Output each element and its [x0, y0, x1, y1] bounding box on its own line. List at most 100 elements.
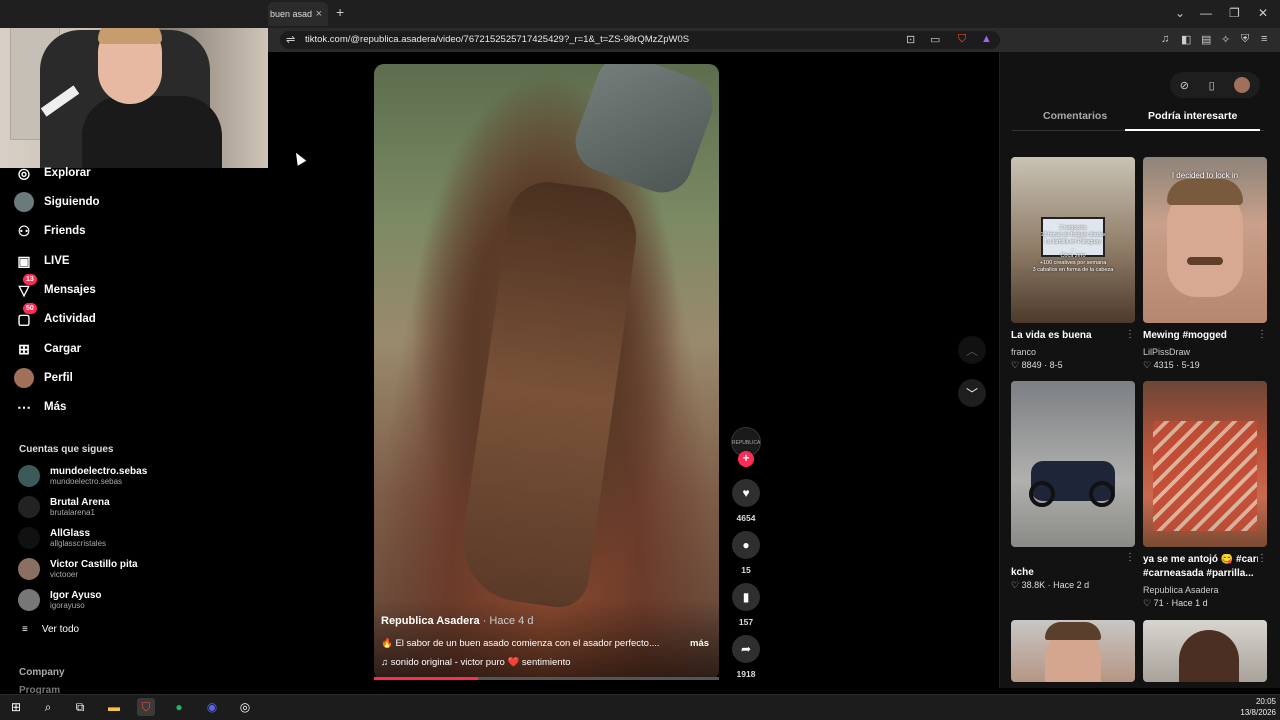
- sidebar-item-mensajes[interactable]: ▽ 13 Mensajes: [14, 274, 254, 303]
- video-thumbnail[interactable]: [1011, 381, 1135, 547]
- minimize-button[interactable]: —: [1200, 6, 1212, 20]
- profile-avatar-icon: [14, 368, 34, 388]
- activity-badge: 50: [23, 303, 37, 314]
- list-icon: ≡: [22, 624, 28, 635]
- sidebar-item-friends[interactable]: ⚇ Friends: [14, 218, 254, 244]
- card-title[interactable]: La vida es buena: [1011, 330, 1126, 341]
- ai-icon[interactable]: ✧: [1221, 33, 1230, 46]
- avatar: [18, 589, 40, 611]
- video-author[interactable]: Republica Asadera: [381, 615, 480, 627]
- video-description: 🔥 El sabor de un buen asado comienza con…: [381, 638, 660, 649]
- messages-icon: ▽ 13: [14, 274, 37, 300]
- video-thumbnail[interactable]: 2 negocios 12 horas de trabajo diarias L…: [1011, 157, 1135, 323]
- card-title[interactable]: kche: [1011, 567, 1126, 578]
- sidebar-item-siguiendo[interactable]: Siguiendo: [14, 189, 254, 215]
- card-title[interactable]: Mewing #mogged: [1143, 330, 1258, 341]
- card-author[interactable]: franco: [1011, 347, 1036, 357]
- site-settings-icon[interactable]: ⇌: [286, 33, 295, 46]
- video-progress-bar[interactable]: [374, 677, 719, 680]
- tab-close-icon[interactable]: ×: [316, 2, 322, 26]
- url-text[interactable]: tiktok.com/@republica.asadera/video/7672…: [305, 34, 689, 45]
- more-button[interactable]: más: [690, 638, 709, 649]
- tab-comentarios[interactable]: Comentarios: [1043, 110, 1107, 122]
- close-window-button[interactable]: ✕: [1258, 6, 1268, 20]
- see-all-label: Ver todo: [41, 624, 80, 635]
- more-options-icon[interactable]: ⋮: [1257, 329, 1267, 340]
- tab-podria-interesarte[interactable]: Podría interesarte: [1148, 110, 1237, 122]
- next-video-button[interactable]: ﹀: [958, 379, 986, 407]
- cast-icon[interactable]: ▭: [930, 33, 940, 46]
- see-all-button[interactable]: ≡ Ver todo: [22, 624, 79, 635]
- card-author[interactable]: LilPissDraw: [1143, 347, 1190, 357]
- sidebar-item-label: Friends: [44, 225, 86, 237]
- task-view-icon[interactable]: ⧉: [71, 698, 89, 716]
- sidebar-toggle-icon[interactable]: ◧: [1181, 33, 1191, 46]
- avatar: [18, 496, 40, 518]
- card-title[interactable]: ya se me antojó 😋 #carneasada #parrilla.…: [1143, 554, 1258, 565]
- video-thumbnail[interactable]: [1143, 381, 1267, 547]
- compass-icon[interactable]: ⊘: [1180, 79, 1189, 92]
- mouse-cursor: [291, 150, 307, 166]
- following-name: mundoelectro.sebas: [50, 466, 148, 477]
- friends-icon: ⚇: [17, 222, 31, 239]
- messages-badge: 13: [23, 274, 37, 285]
- brave-shield-icon[interactable]: ⛉: [958, 33, 966, 46]
- video-thumbnail[interactable]: I decided to lock in: [1143, 157, 1267, 323]
- sidebar-item-live[interactable]: ▣ LIVE: [14, 248, 254, 274]
- sidebar-item-mas[interactable]: ⋯ Más: [14, 394, 254, 420]
- sidebar-item-label: LIVE: [44, 255, 70, 267]
- sidebar-item-cargar[interactable]: ⊞ Cargar: [14, 336, 254, 362]
- brave-rewards-icon[interactable]: ▲: [981, 33, 992, 45]
- sidebar-item-explorar[interactable]: ◎ Explorar: [14, 160, 254, 186]
- search-icon[interactable]: ⌕: [39, 698, 57, 716]
- windows-start-icon[interactable]: ⊞: [7, 698, 25, 716]
- share-button[interactable]: ➦: [732, 635, 760, 663]
- card-title-hashtags[interactable]: #carneasada #parrilla...: [1143, 568, 1258, 579]
- card-author[interactable]: Republica Asadera: [1143, 585, 1219, 595]
- sidebar-item-perfil[interactable]: Perfil: [14, 365, 254, 391]
- sidebar-item-label: Explorar: [44, 167, 91, 179]
- following-item[interactable]: mundoelectro.sebas mundoelectro.sebas: [18, 462, 147, 490]
- following-item[interactable]: Igor Ayuso igorayuso: [18, 586, 101, 614]
- restore-button[interactable]: ❐: [1229, 6, 1240, 20]
- translate-icon[interactable]: ⊡: [906, 33, 915, 46]
- previous-video-button[interactable]: ︿: [958, 336, 986, 364]
- video-music[interactable]: ♫ sonido original - victor puro ❤️ senti…: [381, 657, 571, 668]
- following-item[interactable]: AllGlass allglasscristales: [18, 524, 106, 552]
- sidebar-item-actividad[interactable]: ▢ 50 Actividad: [14, 303, 254, 332]
- avatar[interactable]: [1234, 77, 1251, 93]
- clock-time: 20:05: [1255, 697, 1276, 706]
- comment-count: 15: [741, 565, 751, 575]
- like-button[interactable]: ♥: [732, 479, 760, 507]
- video-author-line[interactable]: Republica Asadera · Hace 4 d: [381, 615, 533, 627]
- menu-icon[interactable]: ≡: [1261, 33, 1267, 45]
- video-player[interactable]: [374, 64, 719, 680]
- brave-browser-icon[interactable]: ⛉: [137, 698, 155, 716]
- more-options-icon[interactable]: ⋮: [1125, 329, 1135, 340]
- discord-icon[interactable]: ◉: [203, 698, 221, 716]
- video-thumbnail[interactable]: [1143, 620, 1267, 682]
- follow-plus-button[interactable]: +: [738, 451, 754, 467]
- vpn-icon[interactable]: ⛨: [1241, 33, 1249, 46]
- wallet-icon[interactable]: ▤: [1201, 33, 1211, 46]
- file-explorer-icon[interactable]: ▬: [105, 698, 123, 716]
- following-item[interactable]: Brutal Arena brutalarena1: [18, 493, 110, 521]
- company-link[interactable]: Company: [19, 667, 65, 678]
- media-icon[interactable]: ♫: [1161, 33, 1169, 45]
- save-button[interactable]: ▮: [732, 583, 760, 611]
- spotify-icon[interactable]: ●: [170, 698, 188, 716]
- obs-icon[interactable]: ◎: [236, 698, 254, 716]
- video-thumbnail[interactable]: [1011, 620, 1135, 682]
- system-clock[interactable]: 20:05 13/8/2026: [1236, 696, 1276, 718]
- upload-icon: ⊞: [18, 340, 30, 357]
- tab-search-icon[interactable]: ⌄: [1175, 6, 1185, 20]
- comment-button[interactable]: ●: [732, 531, 760, 559]
- browser-tab[interactable]: buen asad ×: [268, 2, 328, 26]
- more-options-icon[interactable]: ⋮: [1257, 553, 1267, 564]
- more-options-icon[interactable]: ⋮: [1125, 552, 1135, 563]
- new-tab-button[interactable]: +: [336, 4, 344, 20]
- phone-icon[interactable]: ▯: [1209, 79, 1215, 92]
- active-tab-indicator: [1125, 129, 1260, 131]
- following-item[interactable]: Victor Castillo pita victooer: [18, 555, 138, 583]
- thumbnail-caption: I decided to lock in: [1171, 171, 1239, 180]
